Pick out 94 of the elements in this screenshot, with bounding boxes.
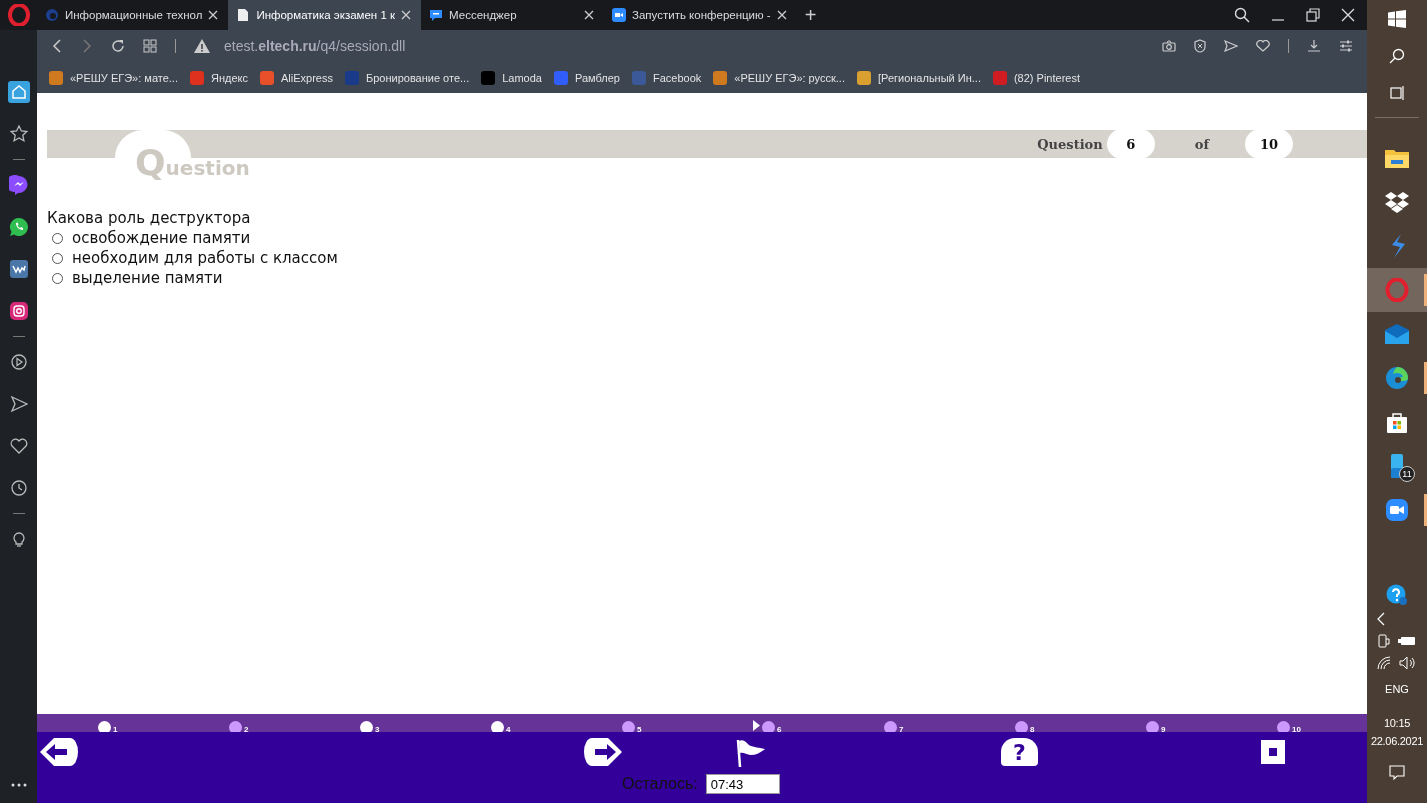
chat-icon [429,8,444,22]
question-text: Какова роль деструктора [47,208,252,228]
speaker-icon[interactable] [1399,656,1417,670]
notification-badge: 11 [1399,466,1415,482]
language-indicator[interactable]: ENG [1385,683,1409,695]
answer-option[interactable]: выделение памяти [72,268,223,288]
warning-icon[interactable] [194,39,210,53]
bookmark[interactable]: [Региональный Ин... [856,70,981,85]
battery-icon[interactable] [1398,636,1416,646]
download-icon[interactable] [1307,39,1321,53]
notifications-icon[interactable] [1389,765,1405,781]
chevron-left-icon[interactable] [1377,612,1385,626]
bookmark[interactable]: «РЕШУ ЕГЭ»: русск... [713,70,845,85]
wifi-icon[interactable] [1377,656,1391,670]
browser-tab[interactable]: Запустить конференцию - [604,0,797,30]
stop-button[interactable] [1261,740,1285,764]
task-view-icon[interactable] [1389,84,1405,101]
tab-title: Информационные технол [65,9,203,21]
question-total: 10 [1245,129,1293,159]
browser-tab[interactable]: Информационные технол [37,0,229,30]
play-icon[interactable] [9,353,28,371]
more-icon[interactable] [10,783,27,787]
help-button[interactable]: ? [1001,738,1038,766]
close-icon[interactable] [776,10,787,20]
mail-icon [1385,324,1409,344]
shield-icon[interactable] [1194,39,1206,53]
tab-title: Информатика экзамен 1 к [256,9,396,21]
close-icon[interactable] [1341,8,1355,22]
heart-icon[interactable] [9,437,28,455]
bookmark[interactable]: «РЕШУ ЕГЭ»: мате... [49,70,178,85]
send-icon[interactable] [1224,40,1238,52]
new-tab-button[interactable]: + [804,5,817,25]
lightning-icon [1389,234,1405,258]
time-left-label: Осталось: [622,775,698,793]
browser-logo-icon[interactable] [7,4,30,26]
grid-icon[interactable] [143,39,157,53]
search-icon[interactable] [1234,7,1250,23]
clock-icon[interactable] [9,479,28,497]
question-logo: Question [135,142,250,183]
clock-time[interactable]: 10:15 [1367,714,1427,732]
instagram-icon[interactable] [9,302,28,320]
windows-logo-icon[interactable] [1388,9,1406,28]
phone-icon [1391,454,1403,478]
of-label: of [1194,136,1209,152]
bookmark[interactable]: Lamoda [481,70,542,85]
help-icon[interactable] [1386,584,1408,606]
back-icon[interactable] [51,39,63,53]
bookmark[interactable]: Рамблер [553,70,620,85]
whatsapp-icon[interactable] [8,217,29,237]
tab-title: Мессенджер [449,9,518,21]
device-icon[interactable] [1378,634,1390,648]
shopping-bag-icon [1386,411,1408,433]
address-field[interactable]: etest.eltech.ru/q4/session.dll [224,38,406,54]
close-icon[interactable] [584,10,595,20]
next-button[interactable] [584,738,622,766]
star-icon[interactable] [8,124,29,144]
browser-tab[interactable]: Мессенджер [421,0,605,30]
previous-button[interactable] [40,738,78,766]
heart-icon[interactable] [1256,40,1270,52]
opera-icon [1385,278,1409,302]
flag-button[interactable] [735,737,767,767]
home-icon[interactable] [7,81,30,103]
document-icon [236,8,251,22]
taskbar-app[interactable]: 11 [1367,444,1427,488]
timer-field[interactable]: 07:43 [705,774,780,794]
video-camera-icon [612,8,627,22]
search-icon[interactable] [1389,47,1405,64]
reload-icon[interactable] [111,39,125,53]
clock-date[interactable]: 22.06.2021 [1367,732,1427,750]
settings-icon[interactable] [1339,39,1353,53]
dropbox-icon [1385,191,1409,213]
question-number: 6 [1106,129,1155,159]
video-camera-icon [1386,499,1408,521]
folder-icon [1385,148,1409,168]
current-marker-icon [753,720,760,731]
close-icon[interactable] [208,10,219,20]
question-label: Question [1037,136,1103,152]
answer-option[interactable]: освобождение памяти [72,228,251,248]
bookmark[interactable]: (82) Pinterest [992,70,1080,85]
tab-favicon-icon [45,8,59,22]
camera-icon[interactable] [1162,40,1176,52]
vk-icon[interactable] [9,260,28,278]
bookmark[interactable]: AliExpress [260,70,333,85]
answer-option[interactable]: необходим для работы с классом [72,248,338,268]
restore-icon[interactable] [1306,8,1320,22]
send-icon[interactable] [9,395,28,413]
bookmark[interactable]: Бронирование оте... [344,70,470,85]
close-icon[interactable] [401,10,412,20]
tab-title: Запустить конференцию - [632,9,771,21]
bookmark[interactable]: Яндекс [190,70,248,85]
bookmark[interactable]: Facebook [631,70,702,85]
edge-icon [1385,366,1409,390]
browser-tab[interactable]: Информатика экзамен 1 к [228,0,422,30]
messenger-icon[interactable] [8,175,29,195]
